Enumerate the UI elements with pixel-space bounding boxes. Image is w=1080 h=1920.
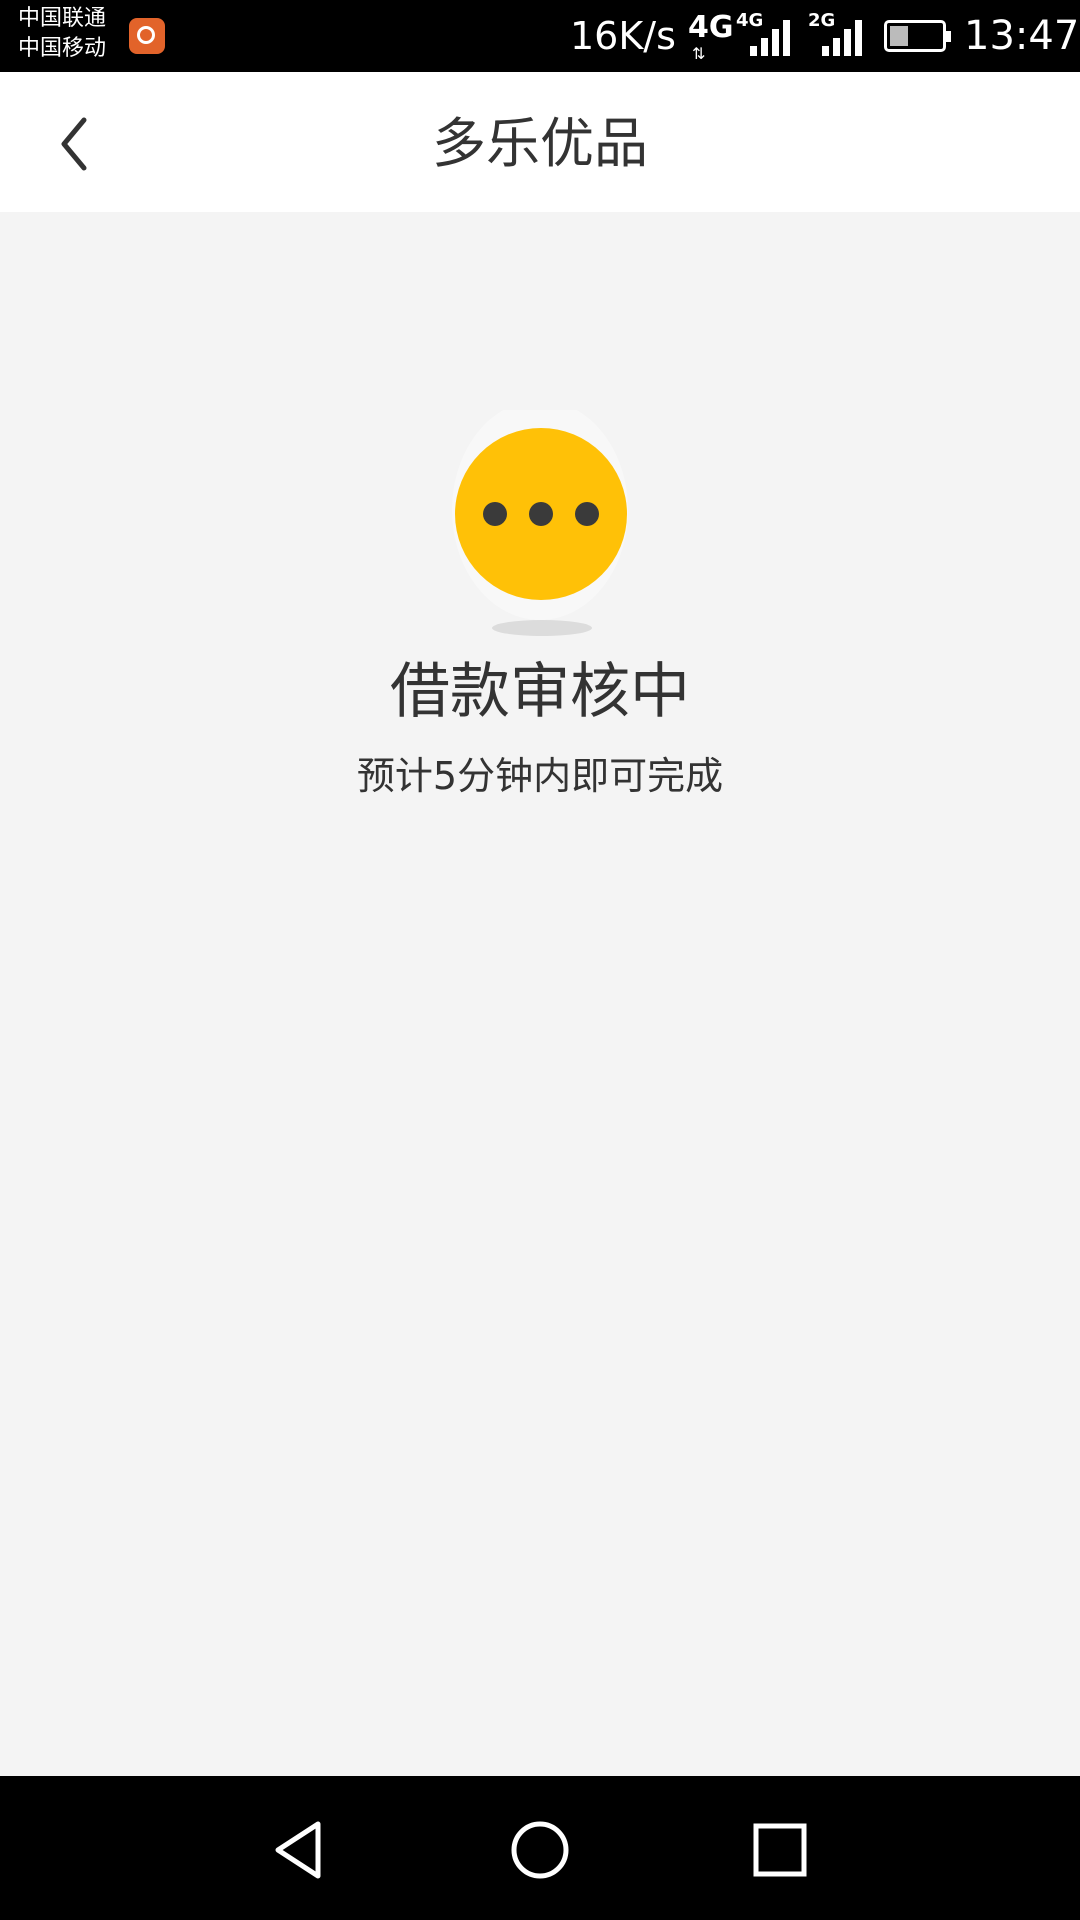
battery-icon	[884, 20, 951, 52]
signal-sim2-icon	[820, 18, 866, 56]
system-nav-bar	[0, 1776, 1080, 1920]
triangle-back-icon	[275, 1821, 321, 1879]
signal-sim1-icon	[748, 18, 794, 56]
carrier-1: 中国联通	[18, 6, 107, 31]
uc-browser-icon	[129, 18, 165, 54]
nav-recents-button[interactable]	[740, 1810, 820, 1890]
circle-home-icon	[511, 1821, 569, 1879]
status-subtitle: 预计5分钟内即可完成	[356, 754, 724, 798]
carrier-info: 中国联通 中国移动	[18, 4, 106, 64]
nav-home-button[interactable]	[500, 1810, 580, 1890]
nav-back-button[interactable]	[260, 1810, 340, 1890]
carrier-2: 中国移动	[18, 36, 107, 61]
status-title: 借款审核中	[390, 657, 690, 727]
square-recents-icon	[753, 1823, 807, 1877]
pending-dots-icon	[440, 400, 640, 640]
battery-level	[890, 26, 908, 46]
page-title: 多乐优品	[432, 112, 648, 175]
data-arrows-icon: ⇅	[692, 44, 706, 63]
status-bar: 中国联通 中国移动 16K/s 4G ⇅ 4G 2G 13:47	[0, 0, 1080, 72]
app-header: 多乐优品	[0, 72, 1080, 212]
network-speed: 16K/s	[570, 14, 676, 58]
clock: 13:47	[964, 13, 1080, 59]
network-type: 4G	[688, 10, 734, 45]
